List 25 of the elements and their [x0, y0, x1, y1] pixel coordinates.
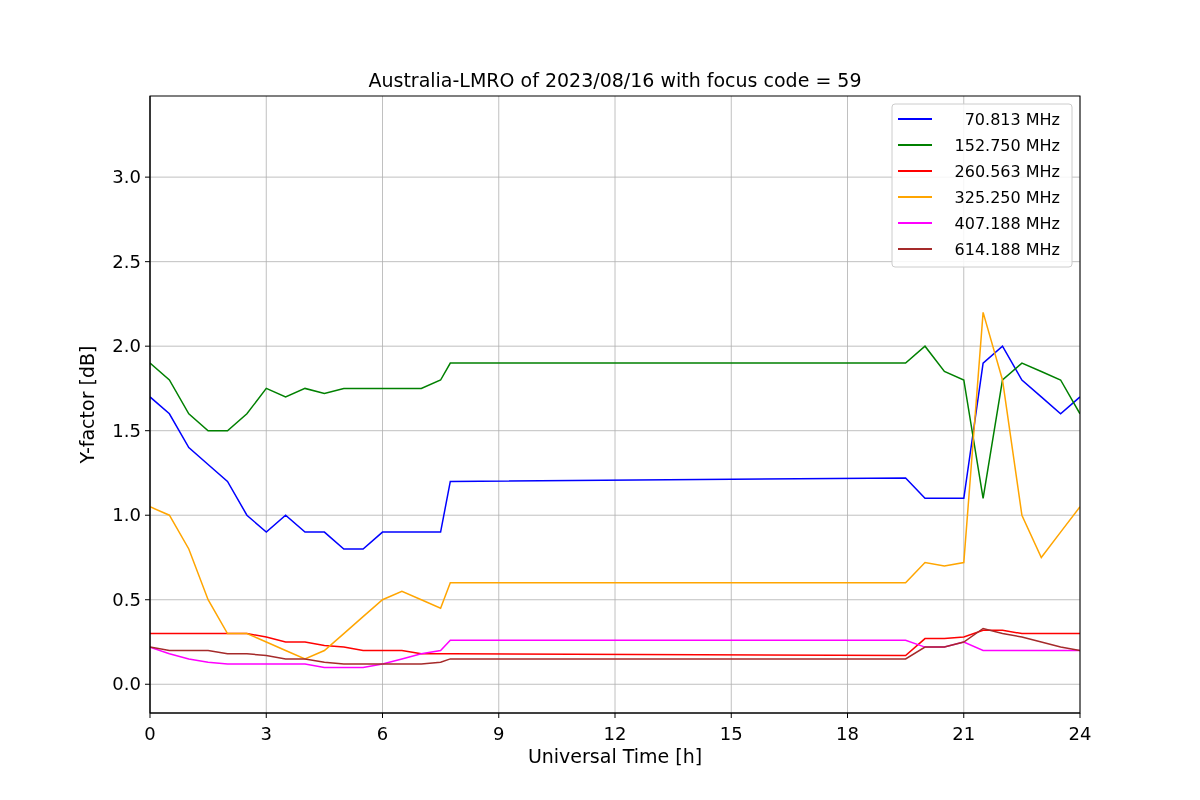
y-axis-label: Y-factor [dB]	[76, 345, 98, 464]
legend-label: 325.250 MHz	[954, 188, 1060, 207]
legend-label: 260.563 MHz	[954, 162, 1060, 181]
legend-label: 70.813 MHz	[964, 110, 1060, 129]
x-tick-label: 9	[493, 723, 505, 744]
x-tick-label: 0	[144, 723, 156, 744]
chart-title: Australia-LMRO of 2023/08/16 with focus code = 59	[368, 69, 862, 91]
y-tick-label: 1.0	[112, 504, 141, 526]
x-tick-label: 3	[260, 723, 272, 744]
y-tick-label: 0.0	[112, 673, 141, 695]
x-tick-label: 12	[603, 723, 627, 744]
x-axis-label: Universal Time [h]	[527, 745, 703, 767]
x-tick-label: 6	[376, 723, 389, 744]
x-tick-label: 15	[719, 723, 743, 744]
y-tick-label: 0.5	[112, 588, 141, 610]
x-tick-label: 21	[952, 723, 976, 744]
y-tick-label: 3.0	[112, 166, 141, 188]
y-tick-label: 1.5	[112, 419, 141, 441]
y-tick-label: 2.0	[112, 335, 141, 357]
legend-label: 152.750 MHz	[954, 136, 1060, 155]
x-tick-label: 18	[836, 723, 859, 744]
x-tick-label: 24	[1068, 723, 1092, 744]
y-tick-label: 2.5	[112, 250, 141, 272]
legend-label: 614.188 MHz	[954, 240, 1060, 259]
legend-label: 407.188 MHz	[954, 214, 1060, 233]
